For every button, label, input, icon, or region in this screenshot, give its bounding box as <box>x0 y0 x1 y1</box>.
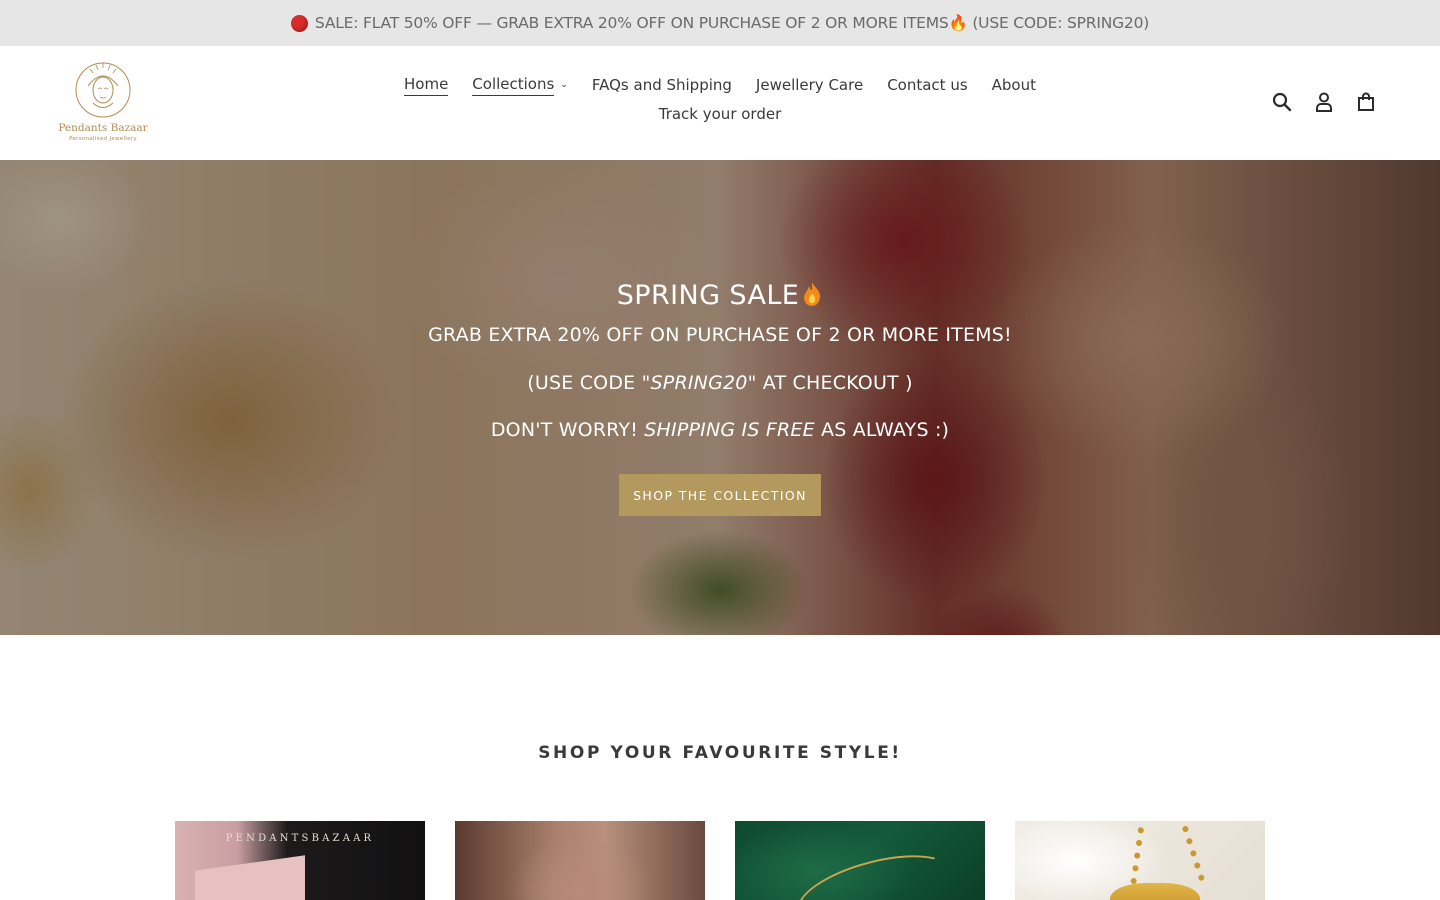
search-button[interactable] <box>1270 90 1294 114</box>
header-icons <box>1270 90 1378 114</box>
announcement-text: SALE: FLAT 50% OFF — GRAB EXTRA 20% OFF … <box>314 14 1150 32</box>
fire-icon <box>804 282 821 306</box>
nav-track-order[interactable]: Track your order <box>647 104 794 125</box>
logo-link[interactable]: Pendants Bazaar Personalised Jewellery <box>58 60 148 146</box>
site-header: Pendants Bazaar Personalised Jewellery H… <box>0 46 1440 160</box>
hero-title: SPRING SALE <box>0 280 1440 311</box>
announcement-bar: SALE: FLAT 50% OFF — GRAB EXTRA 20% OFF … <box>0 0 1440 46</box>
logo-tagline: Personalised Jewellery <box>69 136 137 142</box>
hero-overlay <box>0 160 1440 635</box>
main-nav: Home Collections ⌄ FAQs and Shipping Jewe… <box>380 74 1060 125</box>
section-title: SHOP YOUR FAVOURITE STYLE! <box>538 743 902 763</box>
logo-name: Pendants Bazaar <box>58 122 148 134</box>
cart-icon <box>1358 92 1374 111</box>
nav-home[interactable]: Home <box>392 74 460 96</box>
account-button[interactable] <box>1312 90 1336 114</box>
cart-button[interactable] <box>1354 90 1378 114</box>
collection-card[interactable]: PENDANTSBAZAAR <box>175 821 425 900</box>
logo-face-icon <box>75 62 131 118</box>
chevron-down-icon: ⌄ <box>560 79 568 90</box>
collection-card[interactable] <box>735 821 985 900</box>
hero-line-code: (USE CODE "SPRING20" AT CHECKOUT ) <box>527 372 913 394</box>
shop-collection-button[interactable]: SHOP THE COLLECTION <box>619 474 821 516</box>
account-icon <box>1316 92 1332 112</box>
collection-card[interactable] <box>1015 821 1265 900</box>
collection-grid: PENDANTSBAZAAR <box>175 821 1265 900</box>
red-circle-icon <box>290 14 308 32</box>
hero-line-shipping: DON'T WORRY! SHIPPING IS FREE AS ALWAYS … <box>490 419 950 441</box>
nav-about[interactable]: About <box>980 75 1048 96</box>
collection-card[interactable] <box>455 821 705 900</box>
nav-jewellery-care[interactable]: Jewellery Care <box>744 75 875 96</box>
hero-banner: SPRING SALE GRAB EXTRA 20% OFF ON PURCHA… <box>0 160 1440 635</box>
search-icon <box>1272 92 1292 112</box>
nav-collections[interactable]: Collections ⌄ <box>460 74 580 96</box>
nav-faqs-shipping[interactable]: FAQs and Shipping <box>580 75 744 96</box>
hero-line-offer: GRAB EXTRA 20% OFF ON PURCHASE OF 2 OR M… <box>428 324 1012 346</box>
nav-contact[interactable]: Contact us <box>875 75 979 96</box>
card-brand-text: PENDANTSBAZAAR <box>225 833 375 844</box>
